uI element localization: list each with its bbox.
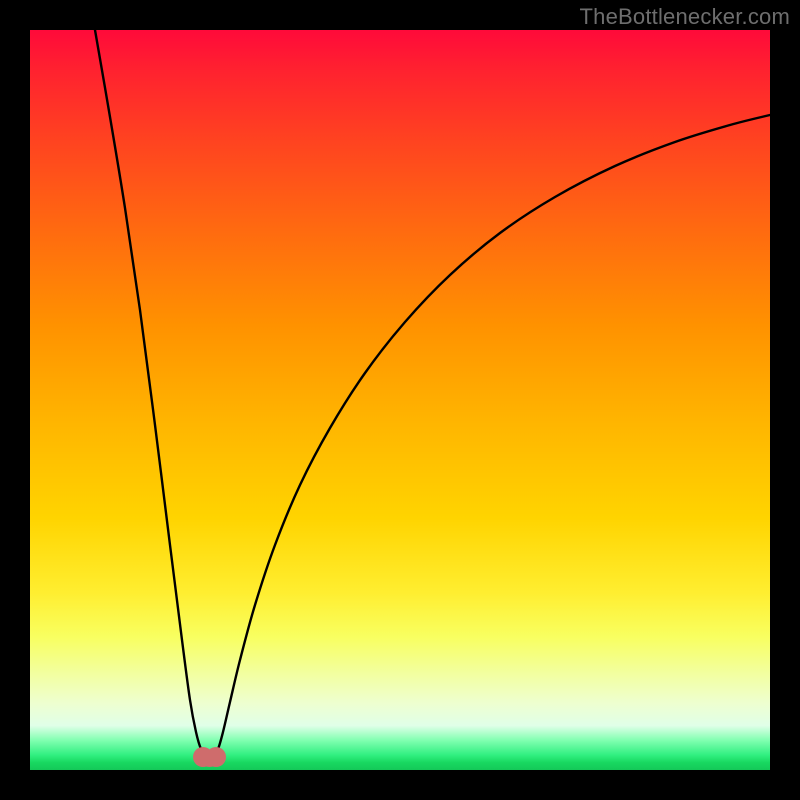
chart-plot-area xyxy=(30,30,770,770)
bottleneck-curve-svg xyxy=(30,30,770,770)
marker-dot-1 xyxy=(206,747,226,767)
chart-frame: TheBottlenecker.com xyxy=(0,0,800,800)
watermark-text: TheBottlenecker.com xyxy=(580,4,790,30)
bottleneck-curve xyxy=(95,30,770,756)
marker-group xyxy=(193,747,226,767)
